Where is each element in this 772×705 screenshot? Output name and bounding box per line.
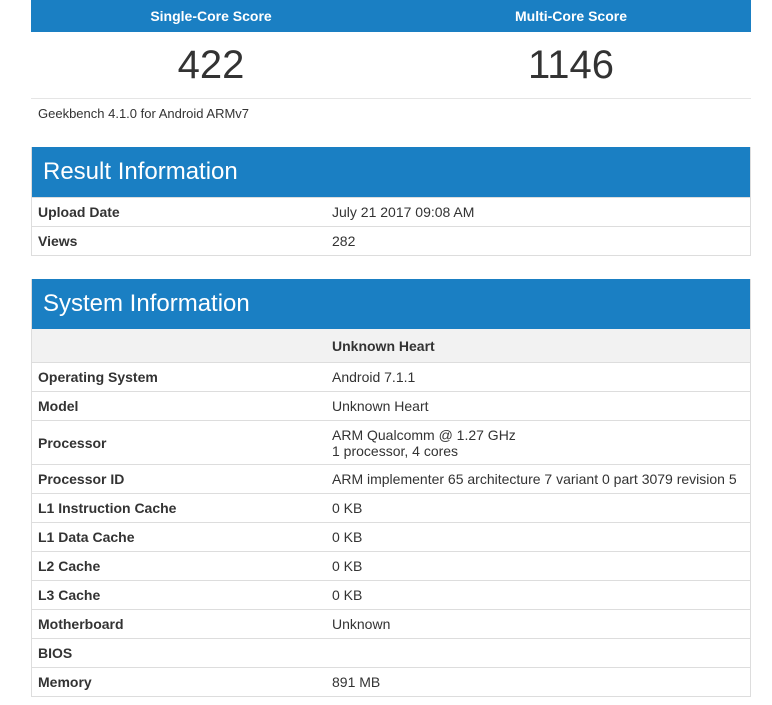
table-row: Memory 891 MB xyxy=(32,667,750,696)
single-core-score-label: Single-Core Score xyxy=(31,0,391,32)
table-row: Model Unknown Heart xyxy=(32,391,750,421)
views-label: Views xyxy=(32,226,320,255)
motherboard-label: Motherboard xyxy=(32,609,320,639)
system-information-section: System Information Unknown Heart Operati… xyxy=(31,279,751,697)
table-row: L1 Data Cache 0 KB xyxy=(32,522,750,552)
bios-value xyxy=(320,638,750,668)
system-information-title: System Information xyxy=(32,279,750,329)
benchmark-result-page: Single-Core Score Multi-Core Score 422 1… xyxy=(31,0,751,697)
processor-id-value: ARM implementer 65 architecture 7 varian… xyxy=(320,464,750,494)
device-name-row: Unknown Heart xyxy=(32,329,750,363)
memory-value: 891 MB xyxy=(320,667,750,696)
result-information-title: Result Information xyxy=(32,147,750,197)
result-information-table: Upload Date July 21 2017 09:08 AM Views … xyxy=(32,197,750,255)
score-table: Single-Core Score Multi-Core Score 422 1… xyxy=(31,0,751,99)
memory-label: Memory xyxy=(32,667,320,696)
single-core-score-value: 422 xyxy=(31,32,391,99)
l2-cache-value: 0 KB xyxy=(320,551,750,581)
l2-cache-label: L2 Cache xyxy=(32,551,320,581)
bios-label: BIOS xyxy=(32,638,320,668)
processor-id-label: Processor ID xyxy=(32,464,320,494)
model-label: Model xyxy=(32,391,320,421)
table-row: Motherboard Unknown xyxy=(32,609,750,639)
device-name: Unknown Heart xyxy=(320,329,750,363)
table-row: Processor ARM Qualcomm @ 1.27 GHz 1 proc… xyxy=(32,420,750,465)
views-value: 282 xyxy=(320,226,750,255)
upload-date-label: Upload Date xyxy=(32,197,320,227)
l1-instruction-cache-value: 0 KB xyxy=(320,493,750,523)
operating-system-label: Operating System xyxy=(32,362,320,392)
table-row: Views 282 xyxy=(32,226,750,255)
processor-frequency: ARM Qualcomm @ 1.27 GHz xyxy=(332,426,516,443)
table-row: BIOS xyxy=(32,638,750,668)
l3-cache-value: 0 KB xyxy=(320,580,750,610)
l1-data-cache-value: 0 KB xyxy=(320,522,750,552)
upload-date-value: July 21 2017 09:08 AM xyxy=(320,197,750,227)
device-name-spacer xyxy=(32,329,320,363)
processor-cores: 1 processor, 4 cores xyxy=(332,442,459,459)
operating-system-value: Android 7.1.1 xyxy=(320,362,750,392)
table-row: L3 Cache 0 KB xyxy=(32,580,750,610)
l1-instruction-cache-label: L1 Instruction Cache xyxy=(32,493,320,523)
table-row: Operating System Android 7.1.1 xyxy=(32,362,750,392)
processor-value: ARM Qualcomm @ 1.27 GHz 1 processor, 4 c… xyxy=(320,420,750,465)
l1-data-cache-label: L1 Data Cache xyxy=(32,522,320,552)
table-row: L1 Instruction Cache 0 KB xyxy=(32,493,750,523)
multi-core-score-value: 1146 xyxy=(391,32,751,99)
motherboard-value: Unknown xyxy=(320,609,750,639)
result-information-section: Result Information Upload Date July 21 2… xyxy=(31,147,751,256)
table-row: L2 Cache 0 KB xyxy=(32,551,750,581)
multi-core-score-label: Multi-Core Score xyxy=(391,0,751,32)
table-row: Upload Date July 21 2017 09:08 AM xyxy=(32,197,750,227)
processor-label: Processor xyxy=(32,420,320,465)
l3-cache-label: L3 Cache xyxy=(32,580,320,610)
system-information-table: Unknown Heart Operating System Android 7… xyxy=(32,329,750,696)
table-row: Processor ID ARM implementer 65 architec… xyxy=(32,464,750,494)
benchmark-version: Geekbench 4.1.0 for Android ARMv7 xyxy=(38,106,250,121)
model-value: Unknown Heart xyxy=(320,391,750,421)
